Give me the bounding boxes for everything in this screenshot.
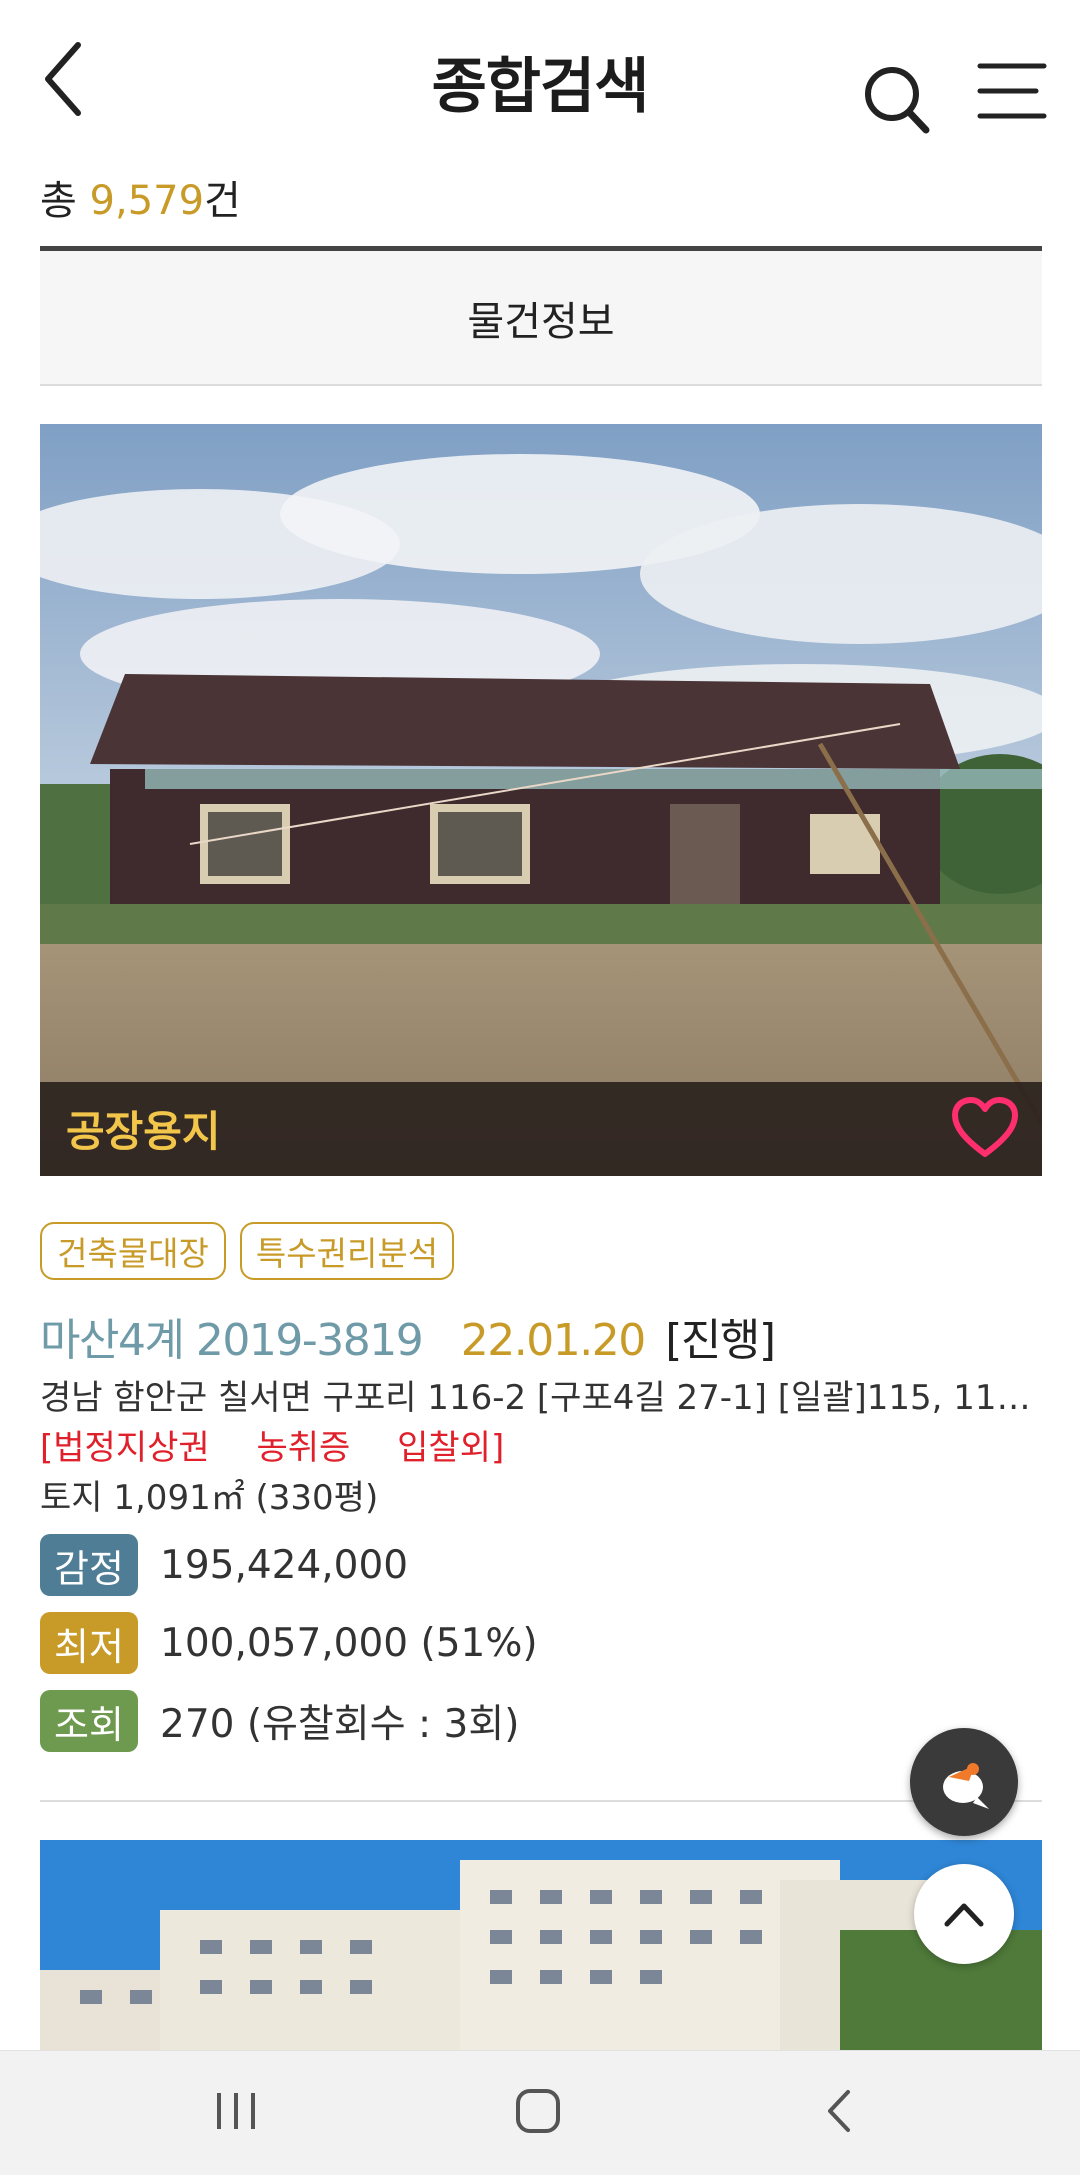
menu-icon	[977, 63, 1047, 119]
apartment-image	[40, 1840, 1042, 2050]
minimum-price-value: 100,057,000 (51%)	[160, 1620, 538, 1666]
chevron-up-icon	[944, 1903, 984, 1927]
tag-statutory-surface-right: [법정지상권	[40, 1428, 210, 1468]
tag-excluded-from-bid: 입찰외]	[397, 1428, 505, 1468]
favorite-button[interactable]	[950, 1094, 1020, 1164]
scroll-to-top-button[interactable]	[914, 1864, 1014, 1964]
case-info[interactable]: 마산4계 2019-3819 22.01.20 [진행]	[40, 1304, 776, 1368]
search-button[interactable]	[858, 58, 938, 138]
tag-farmland-certificate: 농취증	[256, 1428, 351, 1468]
photo-caption-bar: 공장용지	[40, 1082, 1042, 1176]
views-value: 270 (유찰회수 : 3회)	[160, 1702, 520, 1747]
tab-property-info[interactable]: 물건정보	[467, 289, 614, 347]
home-icon	[516, 2089, 560, 2133]
next-listing-photo[interactable]	[40, 1840, 1042, 2050]
system-back-button[interactable]	[800, 2081, 880, 2141]
warning-tags: [법정지상권 농취증 입찰외]	[40, 1420, 540, 1469]
chat-button[interactable]	[910, 1728, 1018, 1836]
search-results-page: 종합검색 총 9,579건 물건정보 공장용지 건축물대장 특수권리분석 마산4…	[0, 0, 1080, 2175]
views-row: 조회 270 (유찰회수 : 3회)	[40, 1690, 519, 1752]
auction-status: [진행]	[665, 1315, 776, 1366]
building-register-chip[interactable]: 건축물대장	[40, 1222, 226, 1280]
app-header: 종합검색	[0, 0, 1080, 160]
result-count: 총 9,579건	[40, 168, 241, 226]
chat-mascot-icon	[943, 1763, 989, 1809]
search-icon	[865, 67, 930, 134]
appraisal-value: 195,424,000	[160, 1542, 409, 1588]
recent-apps-button[interactable]	[196, 2081, 276, 2141]
property-address: 경남 함안군 칠서면 구포리 116-2 [구포4길 27-1] [일괄]115…	[40, 1378, 1040, 1418]
appraisal-row: 감정 195,424,000	[40, 1534, 408, 1596]
listing-photo[interactable]: 공장용지	[40, 424, 1042, 1176]
listing-image	[40, 424, 1042, 1176]
minimum-price-row: 최저 100,057,000 (51%)	[40, 1612, 538, 1674]
appraisal-badge: 감정	[40, 1534, 138, 1596]
system-navigation-bar	[0, 2050, 1080, 2175]
back-icon	[828, 2090, 850, 2132]
listing-divider	[40, 1800, 1042, 1802]
recent-apps-icon	[217, 2093, 255, 2129]
result-count-number: 9,579	[89, 178, 205, 224]
menu-button[interactable]	[976, 58, 1056, 128]
result-count-suffix: 건	[204, 178, 241, 224]
land-area: 토지 1,091㎡ (330평)	[40, 1478, 379, 1518]
auction-date: 22.01.20	[460, 1315, 646, 1366]
minimum-price-badge: 최저	[40, 1612, 138, 1674]
case-number: 마산4계 2019-3819	[40, 1315, 424, 1366]
home-button[interactable]	[498, 2081, 578, 2141]
views-badge: 조회	[40, 1690, 138, 1752]
special-rights-analysis-chip[interactable]: 특수권리분석	[240, 1222, 454, 1280]
result-count-prefix: 총	[40, 178, 77, 224]
property-category: 공장용지	[66, 1107, 221, 1156]
heart-icon	[952, 1097, 1018, 1157]
tab-bar: 물건정보	[40, 246, 1042, 386]
